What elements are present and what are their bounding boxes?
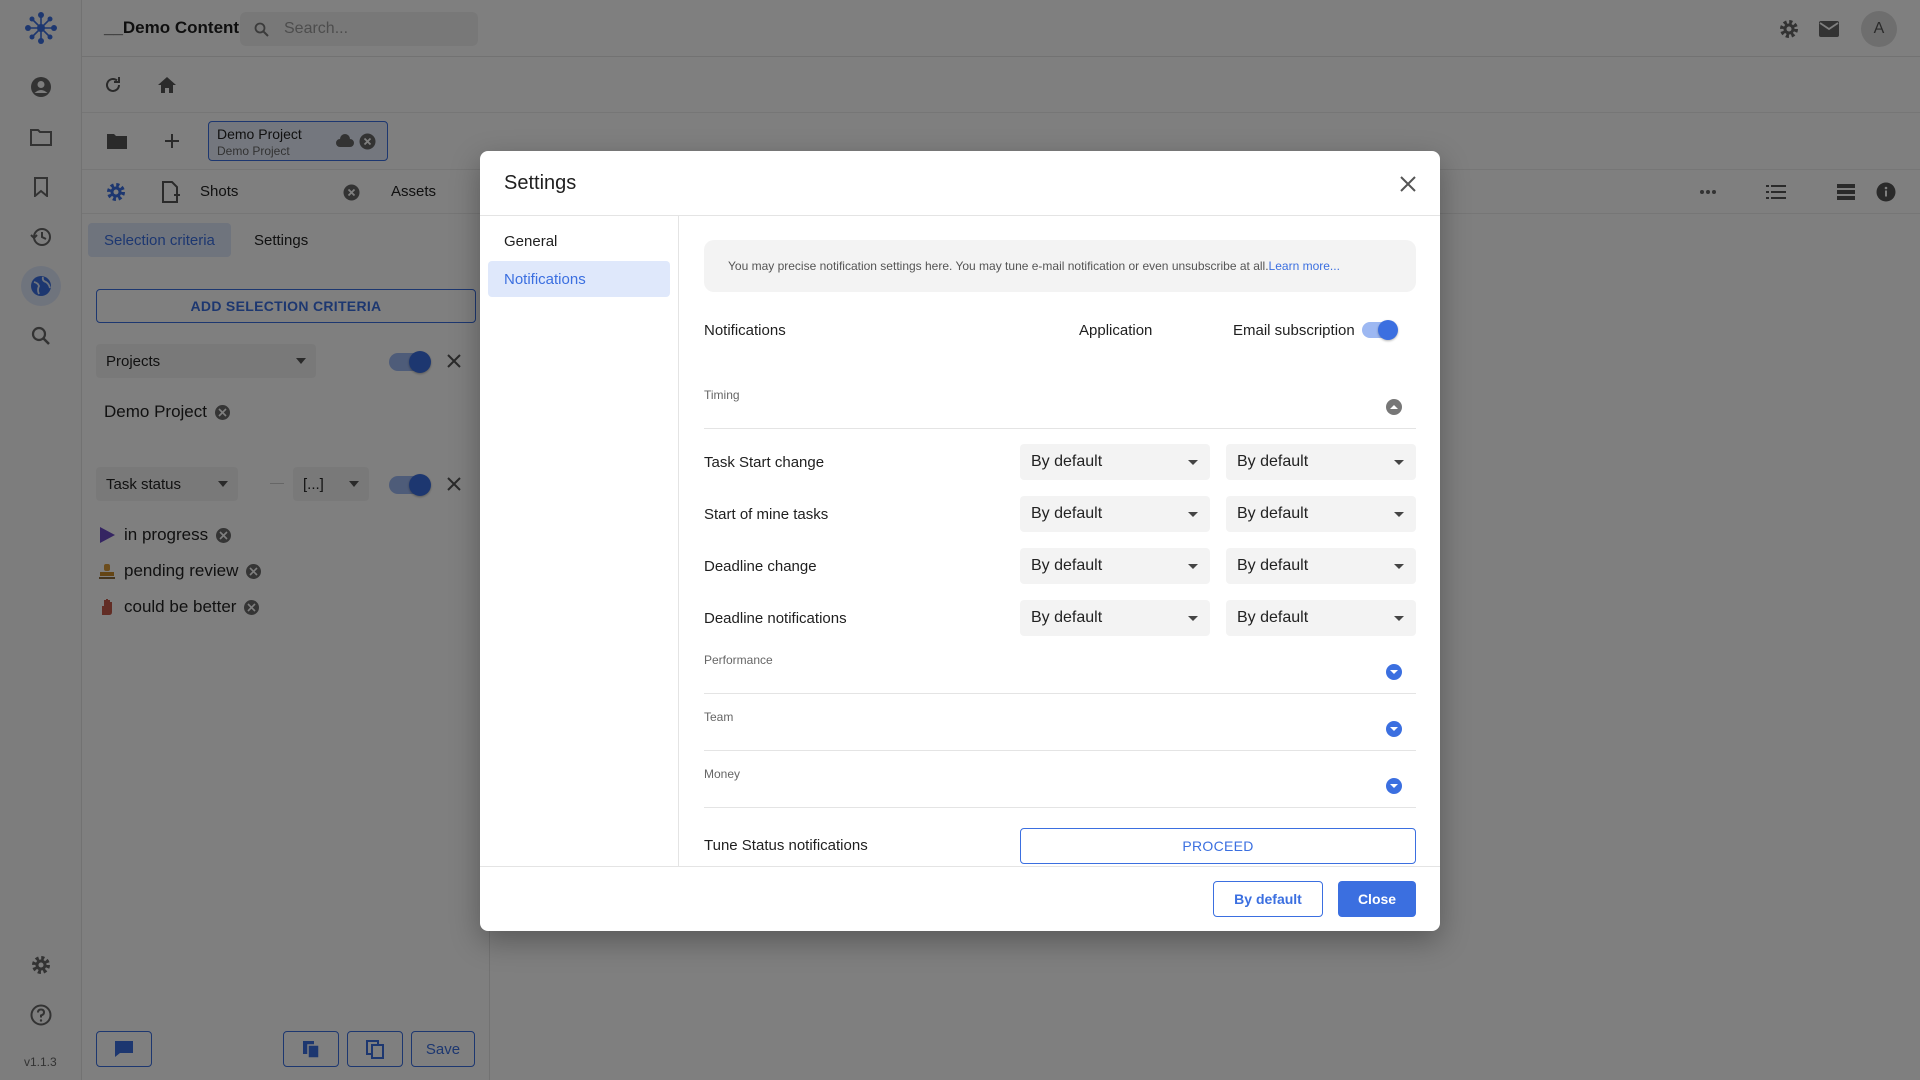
section-team-label: Team (704, 710, 734, 724)
email-subscription-toggle[interactable] (1362, 320, 1398, 340)
application-select[interactable]: By default (1020, 496, 1210, 532)
application-select-value: By default (1031, 609, 1103, 626)
tune-status-label: Tune Status notifications (704, 837, 868, 854)
row-label-start-of-mine-tasks: Start of mine tasks (704, 506, 829, 523)
application-select[interactable]: By default (1020, 548, 1210, 584)
application-select-value: By default (1031, 505, 1103, 522)
email-select[interactable]: By default (1226, 548, 1416, 584)
dialog-header-divider (480, 215, 1440, 216)
nav-item-general[interactable]: General (488, 223, 670, 259)
info-text: You may precise notification settings he… (728, 259, 1269, 273)
email-select-value: By default (1237, 453, 1309, 470)
section-timing-label: Timing (704, 388, 740, 402)
email-select[interactable]: By default (1226, 496, 1416, 532)
application-select[interactable]: By default (1020, 600, 1210, 636)
email-select[interactable]: By default (1226, 444, 1416, 480)
application-select-value: By default (1031, 557, 1103, 574)
chevron-down-icon (1188, 512, 1198, 517)
email-select-value: By default (1237, 609, 1309, 626)
column-application: Application (1079, 322, 1153, 339)
by-default-button[interactable]: By default (1213, 881, 1323, 917)
expand-performance-icon[interactable] (1386, 664, 1402, 680)
section-divider (704, 428, 1416, 429)
section-divider (704, 693, 1416, 694)
chevron-down-icon (1188, 616, 1198, 621)
nav-item-notifications[interactable]: Notifications (488, 261, 670, 297)
email-select-value: By default (1237, 505, 1309, 522)
close-button[interactable]: Close (1338, 881, 1416, 917)
chevron-down-icon (1394, 616, 1404, 621)
email-select[interactable]: By default (1226, 600, 1416, 636)
application-select[interactable]: By default (1020, 444, 1210, 480)
email-select-value: By default (1237, 557, 1309, 574)
settings-dialog: Settings General Notifications You may p… (480, 151, 1440, 931)
expand-team-icon[interactable] (1386, 721, 1402, 737)
collapse-timing-icon[interactable] (1386, 399, 1402, 415)
chevron-down-icon (1394, 460, 1404, 465)
chevron-down-icon (1394, 564, 1404, 569)
dialog-title: Settings (504, 172, 577, 194)
section-performance-label: Performance (704, 653, 773, 667)
row-label-task-start-change: Task Start change (704, 454, 825, 471)
section-divider (704, 750, 1416, 751)
proceed-button[interactable]: PROCEED (1020, 828, 1416, 864)
dialog-nav-divider (678, 215, 679, 867)
row-label-deadline-change: Deadline change (704, 558, 817, 575)
close-icon[interactable] (1396, 172, 1420, 196)
chevron-down-icon (1394, 512, 1404, 517)
row-label-deadline-notifications: Deadline notifications (704, 610, 847, 627)
column-notifications: Notifications (704, 322, 786, 339)
application-select-value: By default (1031, 453, 1103, 470)
section-money-label: Money (704, 767, 741, 781)
chevron-down-icon (1188, 564, 1198, 569)
dialog-footer-divider (480, 866, 1440, 867)
learn-more-link[interactable]: Learn more... (1269, 259, 1340, 273)
column-email-subscription: Email subscription (1233, 322, 1355, 339)
section-divider (704, 807, 1416, 808)
notifications-info-box: You may precise notification settings he… (704, 240, 1416, 292)
expand-money-icon[interactable] (1386, 778, 1402, 794)
chevron-down-icon (1188, 460, 1198, 465)
